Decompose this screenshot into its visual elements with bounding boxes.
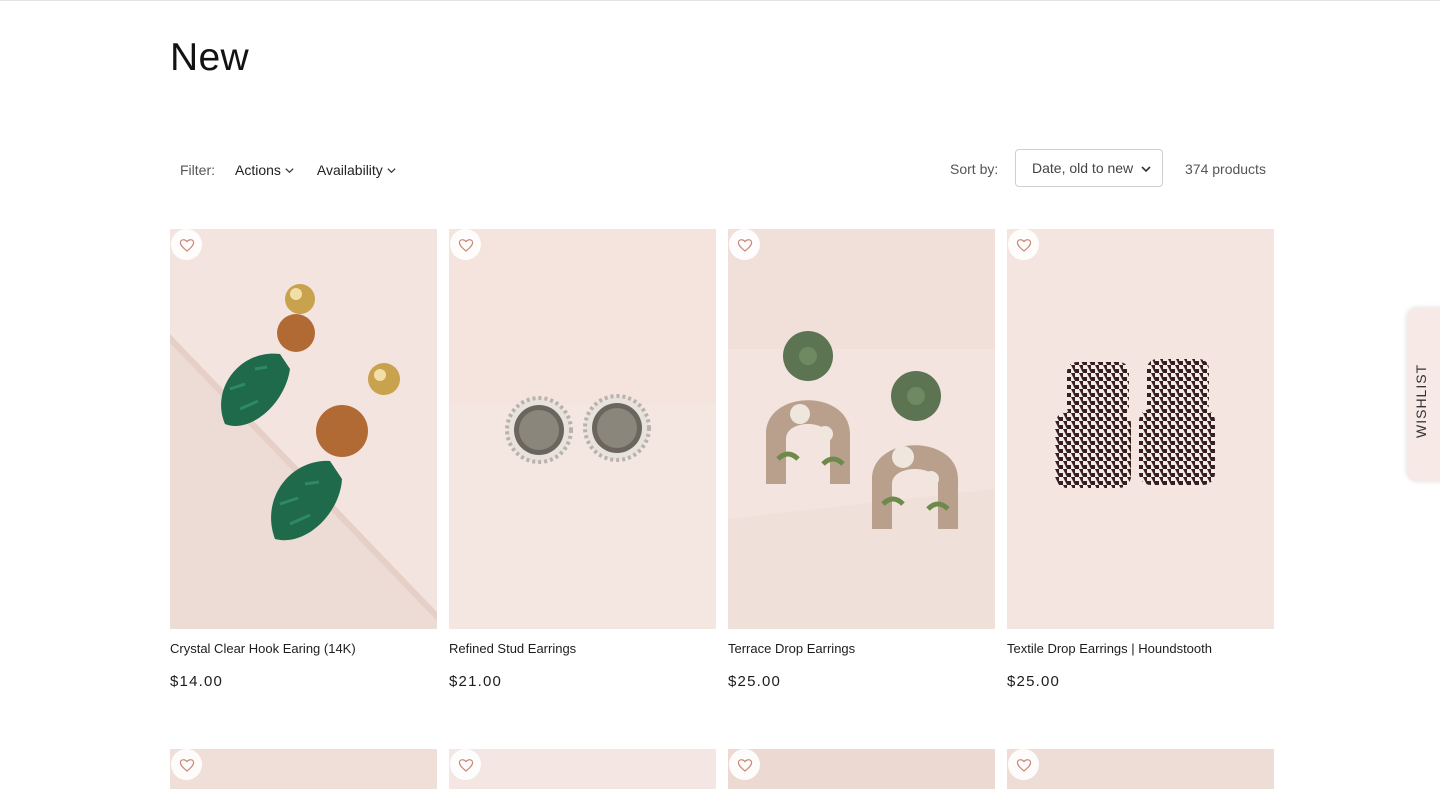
product-photo-stud-earrings xyxy=(449,229,716,629)
header-divider xyxy=(0,0,1440,1)
product-title[interactable]: Refined Stud Earrings xyxy=(449,641,576,656)
filter-label: Filter: xyxy=(180,162,215,178)
product-price: $25.00 xyxy=(728,673,782,690)
product-title[interactable]: Textile Drop Earrings | Houndstooth xyxy=(1007,641,1212,656)
heart-icon xyxy=(179,758,194,772)
product-title[interactable]: Terrace Drop Earrings xyxy=(728,641,855,656)
filter-bar: Filter: Actions Availability xyxy=(180,160,419,180)
wishlist-heart-button[interactable] xyxy=(1008,229,1039,260)
product-card[interactable]: Crystal Clear Hook Earing (14K) $14.00 xyxy=(170,229,437,690)
product-image[interactable] xyxy=(1007,749,1274,789)
sort-selected-value: Date, old to new xyxy=(1032,160,1134,176)
product-image[interactable] xyxy=(728,229,995,629)
wishlist-heart-button[interactable] xyxy=(171,229,202,260)
product-price: $14.00 xyxy=(170,673,224,690)
product-card[interactable] xyxy=(728,749,995,789)
product-card[interactable]: Refined Stud Earrings $21.00 xyxy=(449,229,716,690)
chevron-down-icon xyxy=(1141,166,1151,173)
product-image[interactable] xyxy=(1007,229,1274,629)
chevron-down-icon xyxy=(285,167,294,173)
product-title[interactable]: Crystal Clear Hook Earing (14K) xyxy=(170,641,356,656)
heart-icon xyxy=(1016,758,1031,772)
heart-icon xyxy=(458,758,473,772)
filter-actions-label: Actions xyxy=(235,162,281,178)
product-card[interactable]: Terrace Drop Earrings $25.00 xyxy=(728,229,995,690)
product-card[interactable] xyxy=(449,749,716,789)
product-image[interactable] xyxy=(170,229,437,629)
wishlist-heart-button[interactable] xyxy=(729,229,760,260)
heart-icon xyxy=(737,238,752,252)
product-photo-monstera-earrings xyxy=(170,229,437,629)
chevron-down-icon xyxy=(387,167,396,173)
sort-label: Sort by: xyxy=(950,161,999,177)
product-image[interactable] xyxy=(728,749,995,789)
product-photo-houndstooth-earrings xyxy=(1007,229,1274,629)
wishlist-heart-button[interactable] xyxy=(171,749,202,780)
heart-icon xyxy=(1016,238,1031,252)
product-price: $21.00 xyxy=(449,673,503,690)
heart-icon xyxy=(458,238,473,252)
wishlist-heart-button[interactable] xyxy=(450,229,481,260)
wishlist-tab-label: WISHLIST xyxy=(1413,363,1429,438)
wishlist-heart-button[interactable] xyxy=(729,749,760,780)
product-image[interactable] xyxy=(170,749,437,789)
product-image[interactable] xyxy=(449,749,716,789)
page-title: New xyxy=(170,36,249,79)
filter-actions-button[interactable]: Actions xyxy=(235,162,295,178)
wishlist-heart-button[interactable] xyxy=(1008,749,1039,780)
wishlist-heart-button[interactable] xyxy=(450,749,481,780)
product-card[interactable] xyxy=(170,749,437,789)
heart-icon xyxy=(179,238,194,252)
product-image[interactable] xyxy=(449,229,716,629)
product-count: 374 products xyxy=(1185,161,1266,177)
wishlist-tab[interactable]: WISHLIST xyxy=(1407,308,1440,481)
product-price: $25.00 xyxy=(1007,673,1061,690)
filter-availability-button[interactable]: Availability xyxy=(317,162,397,178)
sort-select[interactable]: Date, old to new xyxy=(1015,149,1163,187)
product-photo-terrace-drop-earrings xyxy=(728,229,995,629)
heart-icon xyxy=(737,758,752,772)
product-card[interactable] xyxy=(1007,749,1274,789)
filter-availability-label: Availability xyxy=(316,162,383,178)
product-card[interactable]: Textile Drop Earrings | Houndstooth $25.… xyxy=(1007,229,1274,690)
